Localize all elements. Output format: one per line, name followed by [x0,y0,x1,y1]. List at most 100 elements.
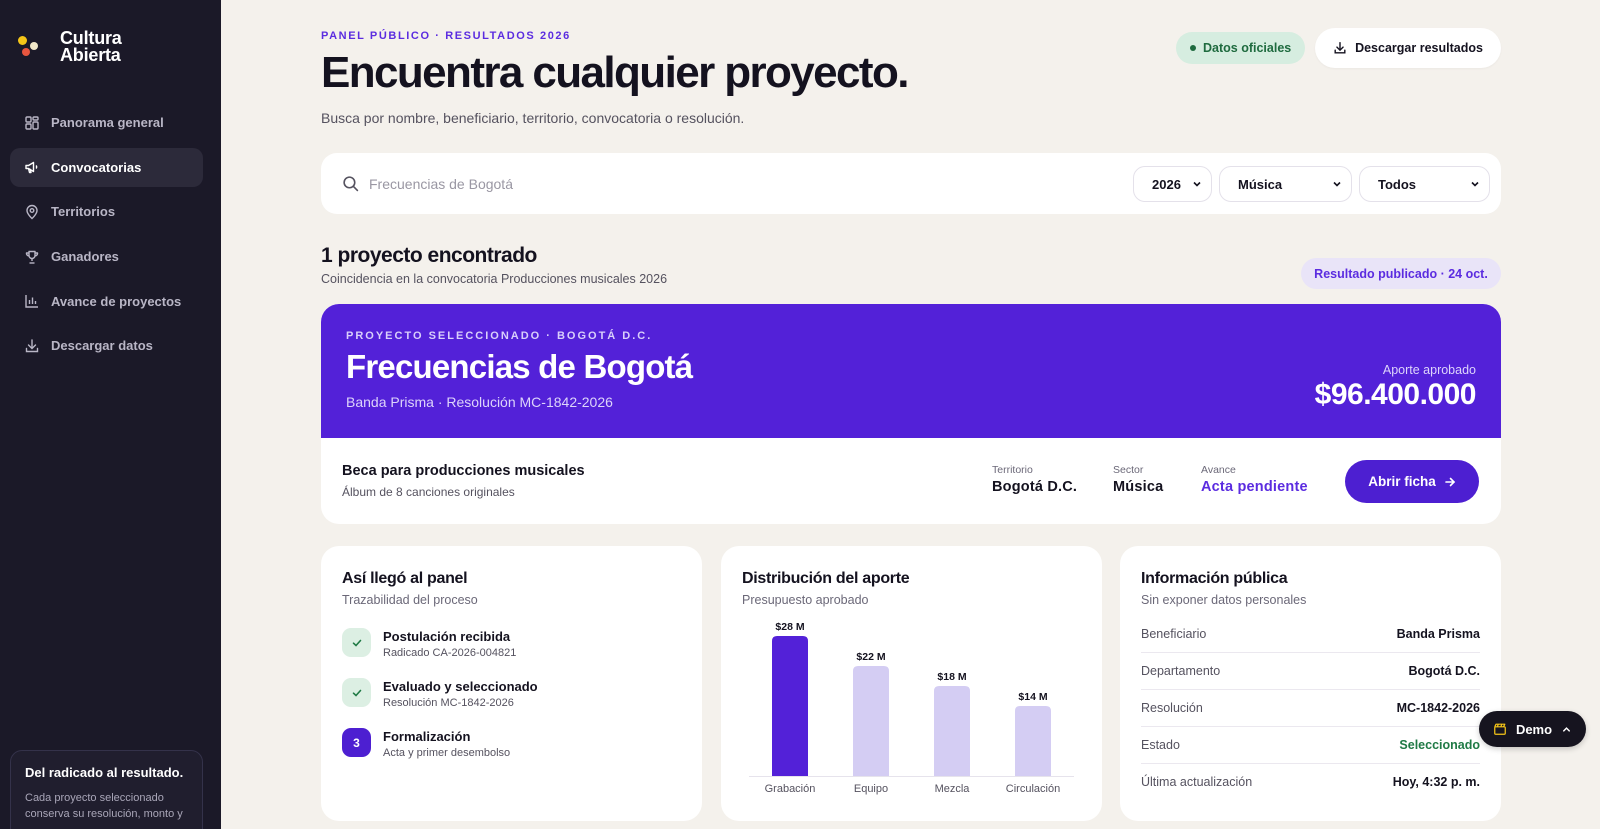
step-number: 3 [342,728,371,757]
distribution-chart: $28 M Grabación $22 M Equipo $18 M Mezcla $14 … [721,616,1102,821]
info-subtitle: Sin exponer datos personales [1141,593,1307,607]
download-results-button[interactable]: Descargar resultados [1315,28,1501,68]
chart-bar-mezcla [934,686,970,776]
sidebar-item-avance[interactable]: Avance de proyectos [10,282,203,321]
status-dot-icon [1190,45,1196,51]
step-subtitle: Acta y primer desembolso [383,747,511,759]
call-subtitle: Álbum de 8 canciones originales [342,485,515,499]
search-input[interactable] [369,169,1069,199]
distribution-card: Distribución del aporte Presupuesto apro… [721,546,1102,821]
official-data-badge: Datos oficiales [1176,32,1306,64]
chevron-down-icon [1471,181,1479,187]
brand-name: Cultura Abierta [60,28,122,65]
chart-data-label: $28 M [775,621,804,633]
amount-label: Aporte aprobado [1382,363,1476,377]
chevron-down-icon [1193,181,1201,187]
meta-label: Sector [1113,464,1144,476]
sidebar-item-label: Ganadores [51,249,119,265]
megaphone-icon [24,159,40,175]
call-title: Beca para producciones musicales [342,463,585,479]
sidebar-nav: Panorama general Convocatorias Territori… [10,103,203,371]
public-info-card: Información pública Sin exponer datos pe… [1120,546,1501,821]
published-badge: Resultado publicado · 24 oct. [1301,258,1501,289]
demo-label: Demo [1515,721,1553,737]
sidebar-info-card: Del radicado al resultado. Cada proyecto… [10,750,203,829]
grid-icon [24,115,40,131]
page-eyebrow: PANEL PÚBLICO · RESULTADOS 2026 [321,30,571,42]
download-results-label: Descargar resultados [1355,41,1483,55]
step-title: Postulación recibida [383,629,511,644]
status-select[interactable]: Todos [1359,166,1490,202]
sector-select[interactable]: Música [1219,166,1352,202]
info-label: Última actualización [1141,775,1253,789]
page-subtitle: Busca por nombre, beneficiario, territor… [321,110,745,126]
open-record-label: Abrir ficha [1368,474,1436,489]
status-select-value: Todos [1378,176,1417,192]
results-subtitle: Coincidencia en la convocatoria Producci… [321,272,668,286]
sidebar-item-ganadores[interactable]: Ganadores [10,237,203,276]
process-step: Postulación recibida Radicado CA-2026-00… [342,628,682,668]
step-title: Formalización [383,729,471,744]
check-icon [342,678,371,707]
sidebar-item-convocatorias[interactable]: Convocatorias [10,147,203,187]
chart-bar-circulación [1015,706,1051,776]
arrow-right-icon [1444,477,1455,486]
chart-tick-label: Grabación [765,783,816,795]
meta-avance: Avance Acta pendiente [1201,464,1308,495]
process-step: 3 Formalización Acta y primer desembolso [342,728,682,768]
info-value: Hoy, 4:32 p. m. [1392,775,1480,789]
sidebar-item-descargar[interactable]: Descargar datos [10,326,203,365]
distribution-subtitle: Presupuesto aprobado [742,593,869,607]
info-row: Departamento Bogotá D.C. [1141,653,1480,690]
map-pin-icon [24,204,40,220]
sidebar-item-label: Territorios [51,204,116,220]
official-data-label: Datos oficiales [1203,41,1292,55]
process-card: Así llegó al panel Trazabilidad del proc… [321,546,702,821]
search-icon [343,176,359,192]
meta-sector: Sector Música [1113,464,1163,495]
meta-territorio: Territorio Bogotá D.C. [992,464,1077,495]
meta-label: Territorio [992,464,1033,476]
chart-tick-label: Mezcla [935,783,971,795]
check-icon [342,628,371,657]
open-record-button[interactable]: Abrir ficha [1345,460,1479,503]
process-title: Así llegó al panel [342,570,468,587]
meta-value: Acta pendiente [1201,479,1308,495]
sidebar-item-label: Avance de proyectos [51,293,182,309]
page-title: Encuentra cualquier proyecto. [321,48,909,97]
sidebar-item-territorios[interactable]: Territorios [10,192,203,231]
info-label: Estado [1141,738,1180,752]
info-row: Estado Seleccionado [1141,727,1480,764]
sidebar-item-label: Convocatorias [51,159,142,175]
project-header: PROYECTO SELECCIONADO · BOGOTÁ D.C. Frec… [321,304,1501,438]
download-icon [1333,41,1347,55]
demo-toggle-button[interactable]: Demo [1479,711,1586,747]
meta-value: Música [1113,479,1164,495]
project-title: Frecuencias de Bogotá [346,348,693,385]
chart-data-label: $14 M [1018,691,1047,703]
sidebar: Cultura Abierta Panorama general Convoca… [0,0,221,829]
chart-tick-label: Equipo [854,783,888,795]
year-select-value: 2026 [1152,176,1181,192]
sector-select-value: Música [1238,176,1283,192]
brand[interactable]: Cultura Abierta [18,28,130,65]
clapperboard-icon [1494,723,1506,735]
year-select[interactable]: 2026 [1133,166,1212,202]
chart-data-label: $22 M [856,651,885,663]
status-badge: Seleccionado [1399,738,1480,752]
chart-data-label: $18 M [937,671,966,683]
project-subtitle: Banda Prisma · Resolución MC-1842-2026 [346,394,613,410]
results-count: 1 proyecto encontrado [321,244,537,267]
chart-tick-label: Circulación [1006,783,1060,795]
step-title: Evaluado y seleccionado [383,679,538,694]
sidebar-item-panorama[interactable]: Panorama general [10,103,203,142]
info-value: MC-1842-2026 [1396,701,1480,715]
bar-chart: $28 M Grabación $22 M Equipo $18 M Mezcla $14 … [749,621,1074,795]
brand-logo-icon [18,36,42,64]
search-bar: 2026 Música Todos [321,153,1501,214]
sidebar-card-text: Cada proyecto seleccionado conserva su r… [25,792,183,820]
info-label: Departamento [1141,664,1221,678]
info-row: Beneficiario Banda Prisma [1141,616,1480,653]
chevron-up-icon [1563,726,1571,732]
sidebar-card-title: Del radicado al resultado. [25,765,184,780]
